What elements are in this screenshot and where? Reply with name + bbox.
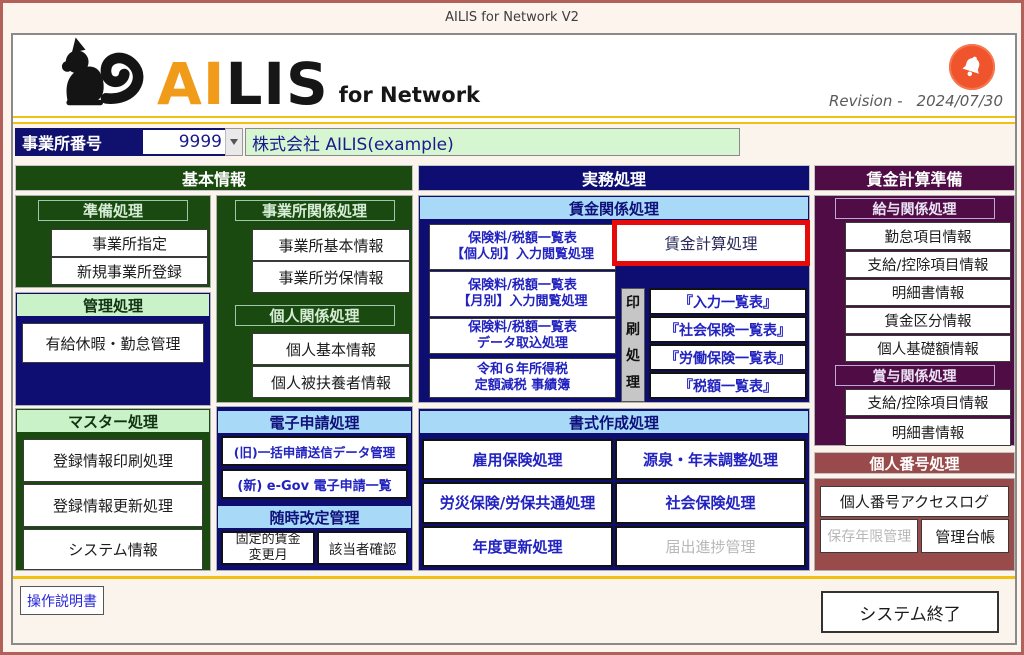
manual-button[interactable]: 操作説明書 (20, 586, 104, 615)
button-gaitosha-kakunin[interactable]: 該当者確認 (317, 531, 408, 565)
panel-office-rel: 事業所関係処理 事業所基本情報 事業所労保情報 個人関係処理 個人基本情報 個人… (216, 195, 413, 403)
main-frame: AILIS for Network Revision - 2024/07/30 事… (11, 33, 1017, 645)
office-number-select[interactable]: 9999 (143, 128, 225, 156)
button-reiwa6-teigaku-genzei[interactable]: 令和６年所得税 定額減税 事績簿 (429, 358, 616, 398)
button-shikyu-kojo-komoku-shoyo[interactable]: 支給/控除項目情報 (845, 389, 1011, 416)
button-shinki-jigyosho-toroku[interactable]: 新規事業所登録 (51, 257, 208, 285)
button-print-zeigaku[interactable]: 『税額一覧表』 (649, 372, 807, 399)
button-yukyu-kintai[interactable]: 有給休暇・勤怠管理 (22, 323, 204, 363)
button-chingin-kubun[interactable]: 賃金区分情報 (845, 307, 1011, 334)
button-shikyu-kojo-komoku-kyuyo[interactable]: 支給/控除項目情報 (845, 251, 1011, 278)
button-jigyosho-shitei[interactable]: 事業所指定 (51, 229, 208, 257)
panel-manage-title: 管理処理 (17, 294, 209, 316)
panel-prep-title: 準備処理 (38, 200, 188, 221)
button-print-shakai-hoken[interactable]: 『社会保険一覧表』 (649, 316, 807, 343)
logo-text-ai: AI (157, 50, 225, 118)
panel-prep: 準備処理 事業所指定 新規事業所登録 (15, 195, 211, 288)
panel-master-title: マスター処理 (17, 410, 209, 432)
button-meisaisho-kyuyo[interactable]: 明細書情報 (845, 279, 1011, 306)
button-jigyosho-roho[interactable]: 事業所労保情報 (252, 261, 410, 293)
button-kanri-daicho[interactable]: 管理台帳 (921, 519, 1009, 553)
company-name-field: 株式会社 AILIS(example) (245, 128, 740, 156)
button-chingin-keisan[interactable]: 賃金計算処理 (612, 220, 810, 266)
kojin-bango-button-row: 保存年限管理 管理台帳 (820, 519, 1009, 553)
panel-office-rel-title: 事業所関係処理 (235, 200, 395, 221)
panel-kyuyo: 給与関係処理 勤怠項目情報 支給/控除項目情報 明細書情報 賃金区分情報 個人基… (814, 195, 1015, 446)
button-hoken-tsukibetsu[interactable]: 保険料/税額一覧表 【月別】入力閲覧処理 (429, 271, 616, 317)
panel-kyuyo-title: 給与関係処理 (835, 198, 995, 219)
button-kojin-bango-access-log[interactable]: 個人番号アクセスログ (820, 486, 1009, 517)
panel-zuiji-title: 随時改定管理 (218, 506, 411, 528)
logo-text: AILIS (157, 55, 329, 113)
shoshiki-grid: 雇用保険処理 源泉・年末調整処理 労災保険/労保共通処理 社会保険処理 年度更新… (422, 439, 806, 567)
squirrel-logo-icon (55, 33, 151, 113)
button-print-rodo-hoken[interactable]: 『労働保険一覧表』 (649, 344, 807, 371)
button-print-nyuryoku-ichiran[interactable]: 『入力一覧表』 (649, 288, 807, 315)
panel-personal-rel-title: 個人関係処理 (235, 305, 395, 326)
zuiji-button-row: 固定的賃金 変更月 該当者確認 (221, 531, 408, 565)
panel-egov-title: 電子申請処理 (218, 411, 411, 433)
button-koyo-hoken[interactable]: 雇用保険処理 (422, 439, 613, 480)
panel-kojin-bango-title: 個人番号処理 (814, 452, 1015, 474)
button-kintai-komoku[interactable]: 勤怠項目情報 (845, 222, 1011, 250)
button-jigyosho-kihon[interactable]: 事業所基本情報 (252, 229, 410, 261)
button-nendo-koshin[interactable]: 年度更新処理 (422, 526, 613, 567)
revision-info: Revision - 2024/07/30 (829, 92, 1003, 110)
revision-date: 2024/07/30 (917, 92, 1003, 110)
print-section-label: 印刷処理 (621, 288, 645, 402)
panel-shoyo-title: 賞与関係処理 (835, 365, 995, 386)
column-header-jitsumu: 実務処理 (418, 165, 810, 191)
chevron-down-icon[interactable] (225, 128, 243, 156)
button-hoken-data-torikomi[interactable]: 保険料/税額一覧表 データ取込処理 (429, 318, 616, 354)
bell-icon[interactable] (949, 44, 995, 90)
app-window: AILIS for Network V2 (0, 0, 1024, 655)
button-rosai-roho-kyotsu[interactable]: 労災保険/労保共通処理 (422, 482, 613, 523)
panel-kojin-bango: 個人番号アクセスログ 保存年限管理 管理台帳 (814, 478, 1015, 571)
button-hoken-kojinbetsu[interactable]: 保険料/税額一覧表 【個人別】入力閲覧処理 (429, 224, 616, 270)
button-koteiteki-chingin[interactable]: 固定的賃金 変更月 (221, 531, 315, 565)
revision-label: Revision - (829, 92, 903, 110)
button-toroku-koshin[interactable]: 登録情報更新処理 (23, 484, 203, 527)
office-selector-row: 事業所番号 9999 株式会社 AILIS(example) (15, 128, 740, 156)
button-todokede-shinchoku: 届出進捗管理 (615, 526, 806, 567)
panel-shoshiki-title: 書式作成処理 (420, 411, 808, 433)
panel-manage: 管理処理 有給休暇・勤怠管理 (15, 292, 211, 406)
panel-egov: 電子申請処理 (旧)一括申請送信データ管理 (新) e-Gov 電子申請一覧 随… (216, 406, 413, 571)
window-title: AILIS for Network V2 (3, 10, 1021, 25)
button-toroku-insatsu[interactable]: 登録情報印刷処理 (23, 439, 203, 482)
logo: AILIS for Network (55, 37, 480, 113)
office-number-label: 事業所番号 (15, 128, 143, 156)
button-kojin-kihon[interactable]: 個人基本情報 (252, 333, 410, 365)
column-header-basic: 基本情報 (15, 165, 413, 191)
gold-separator (13, 116, 1015, 124)
button-shakai-hoken-shori[interactable]: 社会保険処理 (615, 482, 806, 523)
button-system-info[interactable]: システム情報 (23, 529, 203, 570)
button-kyu-ikkatsu-shinsei[interactable]: (旧)一括申請送信データ管理 (221, 436, 408, 466)
panel-chingin: 賃金関係処理 保険料/税額一覧表 【個人別】入力閲覧処理 保険料/税額一覧表 【… (418, 195, 810, 403)
logo-banner: AILIS for Network Revision - 2024/07/30 (13, 35, 1015, 116)
chingin-entry-stack: 保険料/税額一覧表 【個人別】入力閲覧処理 保険料/税額一覧表 【月別】入力閲覧… (429, 224, 616, 398)
button-kojin-kisogaku[interactable]: 個人基礎額情報 (845, 335, 1011, 362)
button-gensen-nenmatsu[interactable]: 源泉・年末調整処理 (615, 439, 806, 480)
button-shin-egov-ichiran[interactable]: (新) e-Gov 電子申請一覧 (221, 469, 408, 499)
system-exit-button[interactable]: システム終了 (821, 591, 999, 633)
button-meisaisho-shoyo[interactable]: 明細書情報 (845, 418, 1011, 446)
button-kojin-hifuyosha[interactable]: 個人被扶養者情報 (252, 366, 410, 398)
panel-shoshiki: 書式作成処理 雇用保険処理 源泉・年末調整処理 労災保険/労保共通処理 社会保険… (418, 408, 810, 571)
column-header-junbi: 賃金計算準備 (814, 165, 1015, 191)
button-hozon-nengen-kanri: 保存年限管理 (820, 519, 918, 553)
panel-chingin-title: 賃金関係処理 (420, 197, 808, 219)
print-button-stack: 『入力一覧表』 『社会保険一覧表』 『労働保険一覧表』 『税額一覧表』 (649, 288, 807, 399)
logo-subtitle: for Network (339, 83, 480, 113)
footer-separator (13, 576, 1015, 579)
panel-master: マスター処理 登録情報印刷処理 登録情報更新処理 システム情報 (15, 408, 211, 571)
logo-text-lis: LIS (225, 50, 328, 118)
